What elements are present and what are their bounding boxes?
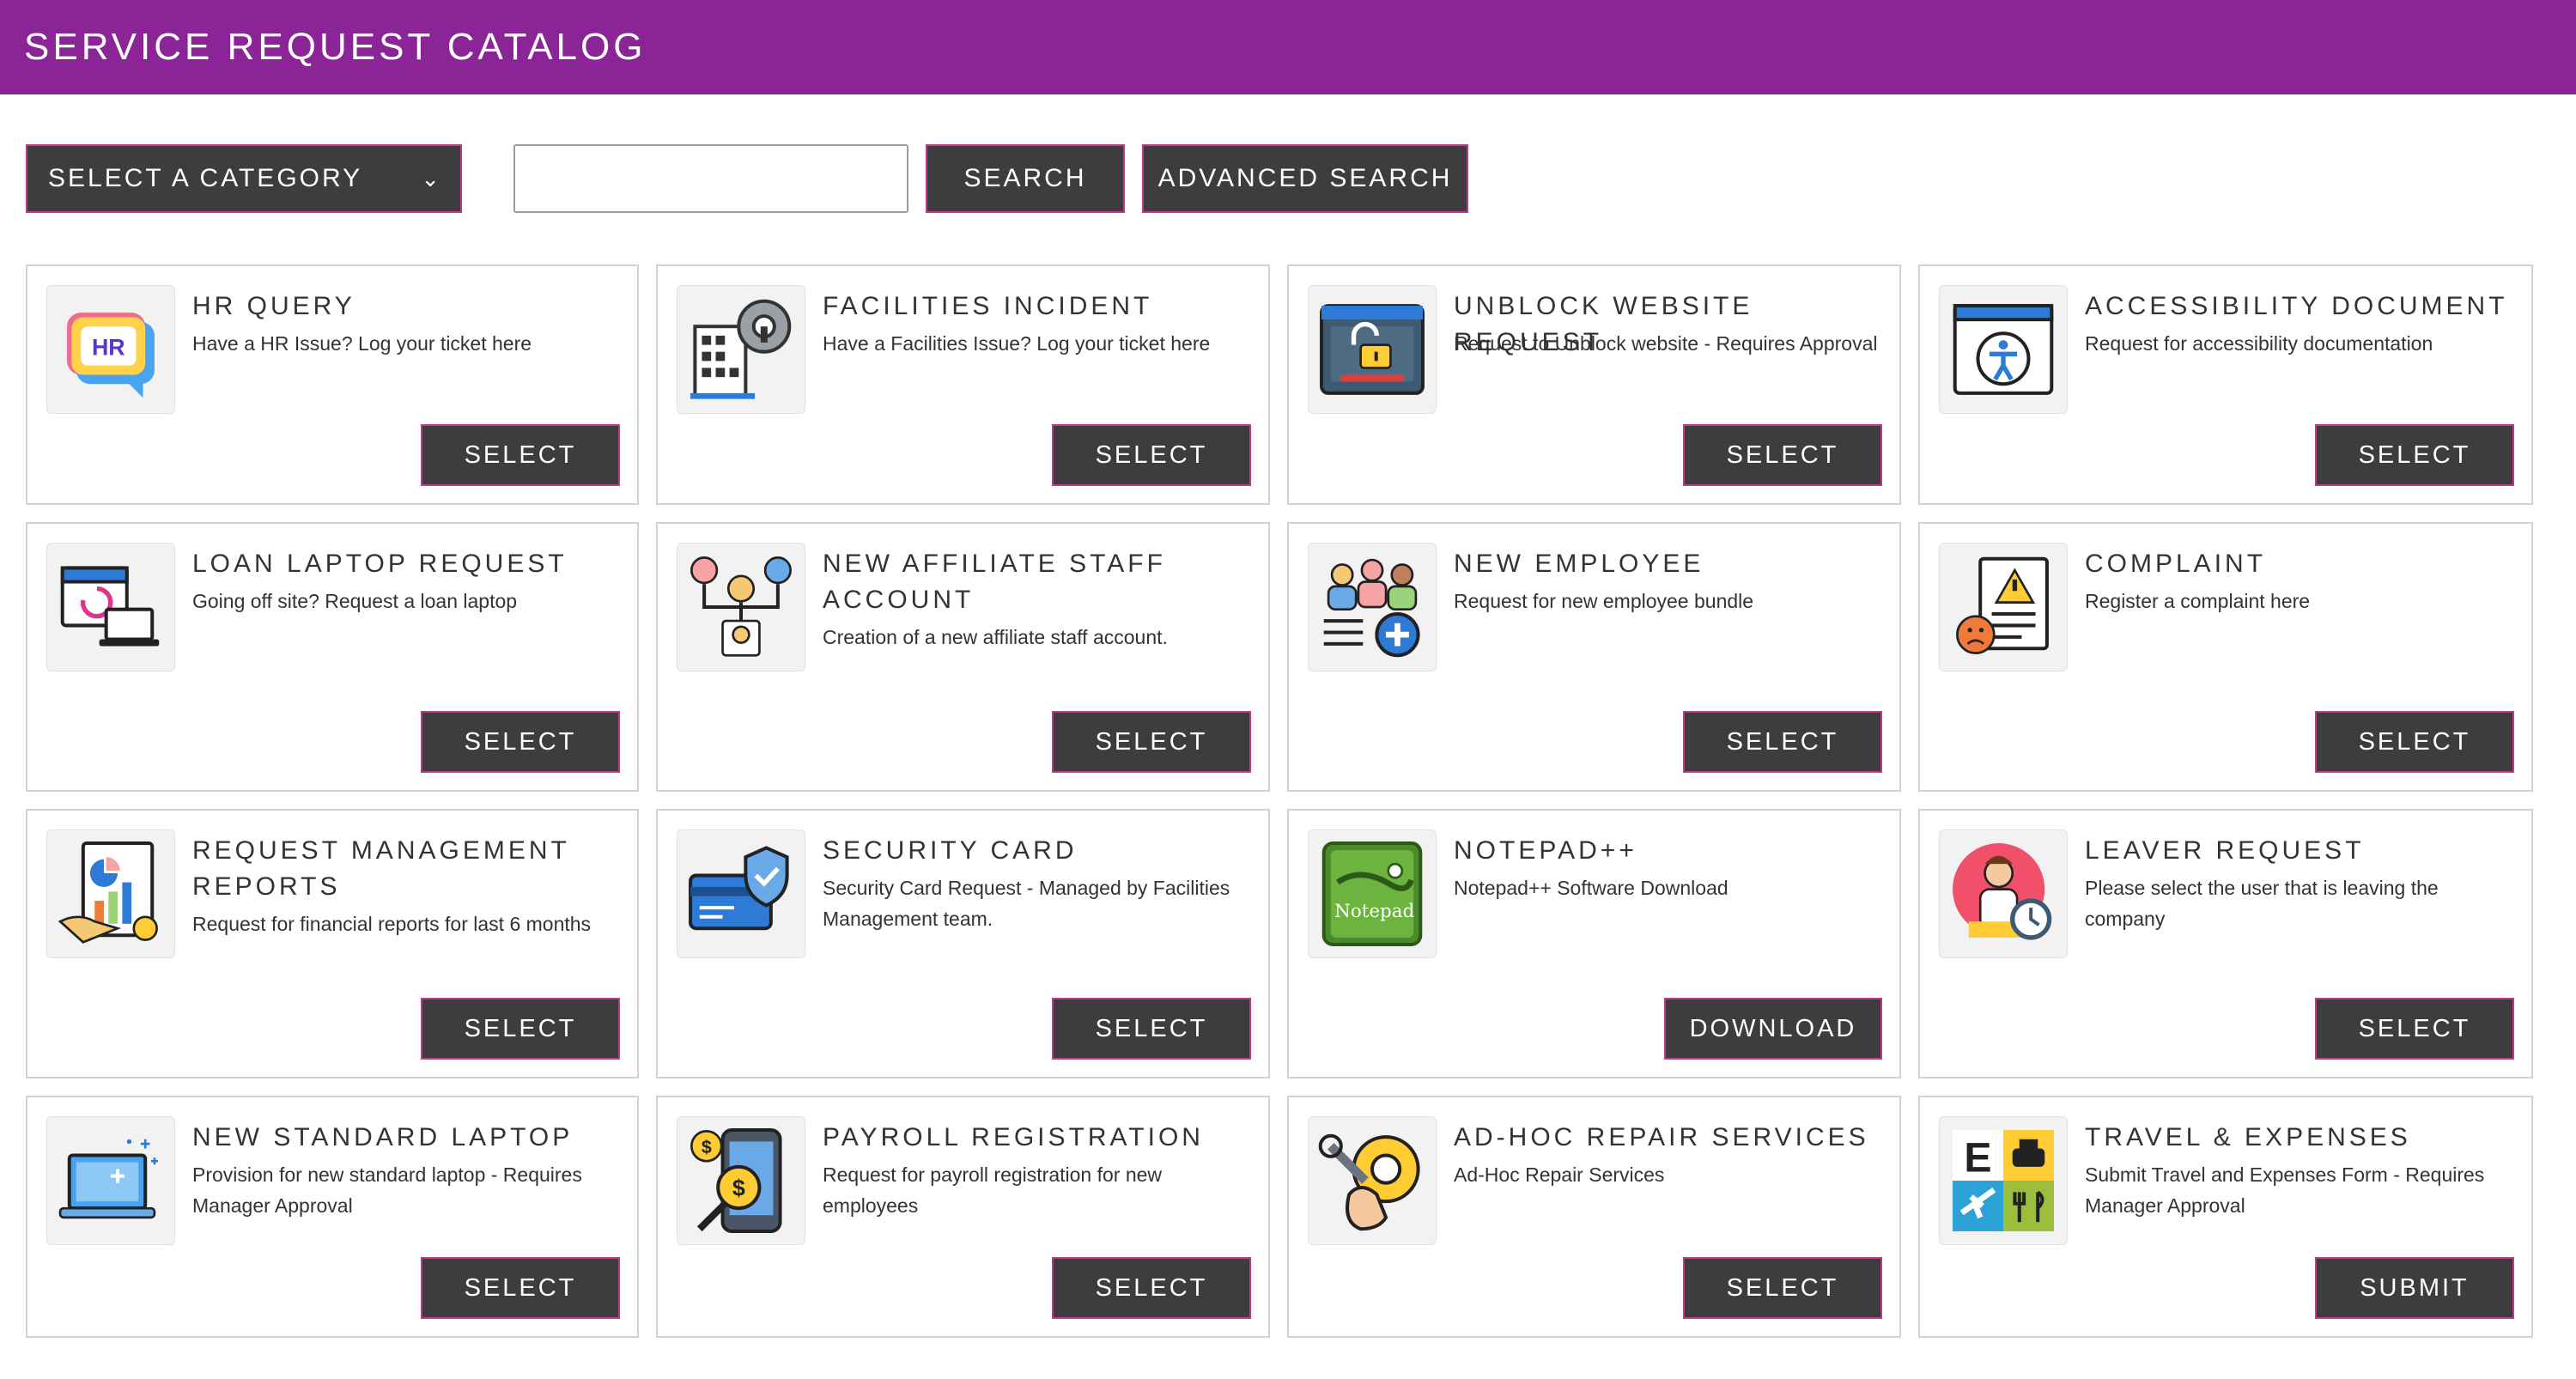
service-card-leaver-request: LEAVER REQUEST Please select the user th…	[1918, 809, 2533, 1078]
card-title: NEW STANDARD LAPTOP	[192, 1123, 574, 1151]
select-button[interactable]: SELECT	[2315, 424, 2514, 486]
svg-text:$: $	[702, 1137, 712, 1157]
service-card-new-standard-laptop: NEW STANDARD LAPTOP Provision for new st…	[26, 1096, 639, 1338]
card-title: NEW EMPLOYEE	[1454, 550, 1704, 578]
select-button[interactable]: SELECT	[421, 711, 620, 773]
toolbar: SELECT A CATEGORY ⌄ SEARCH ADVANCED SEAR…	[0, 144, 2576, 213]
card-description: Request to Unblock website - Requires Ap…	[1454, 332, 1878, 355]
browser-lock-icon	[1308, 285, 1437, 414]
report-chart-icon	[46, 829, 175, 958]
travel-expenses-icon: E	[1939, 1116, 2068, 1245]
card-description: Security Card Request - Managed by Facil…	[823, 877, 1230, 930]
card-title: AD-HOC REPAIR SERVICES	[1454, 1123, 1869, 1151]
laptop-sparkle-icon	[46, 1116, 175, 1245]
card-title: ACCESSIBILITY DOCUMENT	[2085, 292, 2508, 320]
payroll-phone-icon: $ $	[677, 1116, 805, 1245]
card-title: HR QUERY	[192, 292, 355, 320]
card-description: Request for new employee bundle	[1454, 590, 1754, 612]
card-description: Have a HR Issue? Log your ticket here	[192, 332, 532, 355]
service-card-new-affiliate-staff: NEW AFFILIATE STAFF ACCOUNT Creation of …	[656, 522, 1270, 792]
advanced-search-button[interactable]: ADVANCED SEARCH	[1142, 144, 1468, 213]
card-title: LEAVER REQUEST	[2085, 836, 2365, 865]
chevron-down-icon: ⌄	[421, 165, 440, 191]
card-description: Ad-Hoc Repair Services	[1454, 1163, 1665, 1186]
svg-text:E: E	[1964, 1134, 1991, 1181]
repair-tools-icon	[1308, 1116, 1437, 1245]
select-button[interactable]: SELECT	[1052, 998, 1251, 1060]
card-description: Submit Travel and Expenses Form - Requir…	[2085, 1163, 2485, 1217]
complaint-document-icon	[1939, 543, 2068, 671]
card-description: Request for accessibility documentation	[2085, 332, 2433, 355]
page-title: SERVICE REQUEST CATALOG	[24, 26, 647, 68]
select-button[interactable]: SELECT	[1052, 424, 1251, 486]
service-card-notepad-plus-plus: Notepad NOTEPAD++ Notepad++ Software Dow…	[1287, 809, 1901, 1078]
card-title: TRAVEL & EXPENSES	[2085, 1123, 2411, 1151]
service-catalog-grid: HR HR QUERY Have a HR Issue? Log your ti…	[26, 264, 2533, 1338]
card-description: Going off site? Request a loan laptop	[192, 590, 518, 612]
search-button[interactable]: SEARCH	[926, 144, 1125, 213]
card-description: Creation of a new affiliate staff accoun…	[823, 626, 1168, 648]
select-button[interactable]: SELECT	[421, 1257, 620, 1319]
notepad-plus-plus-icon: Notepad	[1308, 829, 1437, 958]
people-add-icon	[1308, 543, 1437, 671]
org-chart-icon	[677, 543, 805, 671]
card-title: NEW AFFILIATE STAFF ACCOUNT	[823, 550, 1166, 614]
service-card-facilities-incident: FACILITIES INCIDENT Have a Facilities Is…	[656, 264, 1270, 505]
select-button[interactable]: SELECT	[1683, 711, 1882, 773]
building-gear-icon	[677, 285, 805, 414]
select-button[interactable]: SELECT	[2315, 998, 2514, 1060]
card-title: LOAN LAPTOP REQUEST	[192, 550, 568, 578]
card-title: NOTEPAD++	[1454, 836, 1637, 865]
card-description: Request for financial reports for last 6…	[192, 913, 592, 935]
service-card-new-employee: NEW EMPLOYEE Request for new employee bu…	[1287, 522, 1901, 792]
card-title: REQUEST MANAGEMENT REPORTS	[192, 836, 570, 901]
card-description: Have a Facilities Issue? Log your ticket…	[823, 332, 1211, 355]
select-button[interactable]: SELECT	[1683, 424, 1882, 486]
service-card-hr-query: HR HR QUERY Have a HR Issue? Log your ti…	[26, 264, 639, 505]
leaver-timer-icon	[1939, 829, 2068, 958]
category-select-label: SELECT A CATEGORY	[48, 164, 363, 192]
header-bar: SERVICE REQUEST CATALOG	[0, 0, 2576, 94]
security-card-icon	[677, 829, 805, 958]
service-card-payroll-registration: $ $ PAYROLL REGISTRATION Request for payr…	[656, 1096, 1270, 1338]
submit-button[interactable]: SUBMIT	[2315, 1257, 2514, 1319]
svg-text:HR: HR	[92, 335, 125, 361]
service-card-ad-hoc-repair: AD-HOC REPAIR SERVICES Ad-Hoc Repair Ser…	[1287, 1096, 1901, 1338]
card-description: Provision for new standard laptop - Requ…	[192, 1163, 582, 1217]
select-button[interactable]: SELECT	[421, 424, 620, 486]
service-card-travel-expenses: E TRAVEL & EXPENSES Submit Travel and Ex…	[1918, 1096, 2533, 1338]
service-card-loan-laptop: LOAN LAPTOP REQUEST Going off site? Requ…	[26, 522, 639, 792]
category-select[interactable]: SELECT A CATEGORY ⌄	[26, 144, 462, 213]
svg-text:$: $	[732, 1175, 745, 1200]
card-title: COMPLAINT	[2085, 550, 2267, 578]
service-card-complaint: COMPLAINT Register a complaint here SELE…	[1918, 522, 2533, 792]
card-description: Please select the user that is leaving t…	[2085, 877, 2439, 930]
service-card-accessibility-document: ACCESSIBILITY DOCUMENT Request for acces…	[1918, 264, 2533, 505]
card-description: Notepad++ Software Download	[1454, 877, 1728, 899]
select-button[interactable]: SELECT	[2315, 711, 2514, 773]
service-card-security-card: SECURITY CARD Security Card Request - Ma…	[656, 809, 1270, 1078]
hr-chat-icon: HR	[46, 285, 175, 414]
service-card-request-management-reports: REQUEST MANAGEMENT REPORTS Request for f…	[26, 809, 639, 1078]
service-card-unblock-website: UNBLOCK WEBSITE REQUEST Request to Unblo…	[1287, 264, 1901, 505]
select-button[interactable]: SELECT	[1052, 711, 1251, 773]
card-title: SECURITY CARD	[823, 836, 1078, 865]
card-description: Request for payroll registration for new…	[823, 1163, 1163, 1217]
card-title: PAYROLL REGISTRATION	[823, 1123, 1204, 1151]
search-input[interactable]	[513, 144, 908, 213]
card-title: FACILITIES INCIDENT	[823, 292, 1153, 320]
download-button[interactable]: DOWNLOAD	[1664, 998, 1882, 1060]
calendar-laptop-icon	[46, 543, 175, 671]
card-description: Register a complaint here	[2085, 590, 2311, 612]
select-button[interactable]: SELECT	[1052, 1257, 1251, 1319]
svg-text:Notepad: Notepad	[1334, 901, 1414, 922]
select-button[interactable]: SELECT	[421, 998, 620, 1060]
accessibility-window-icon	[1939, 285, 2068, 414]
select-button[interactable]: SELECT	[1683, 1257, 1882, 1319]
